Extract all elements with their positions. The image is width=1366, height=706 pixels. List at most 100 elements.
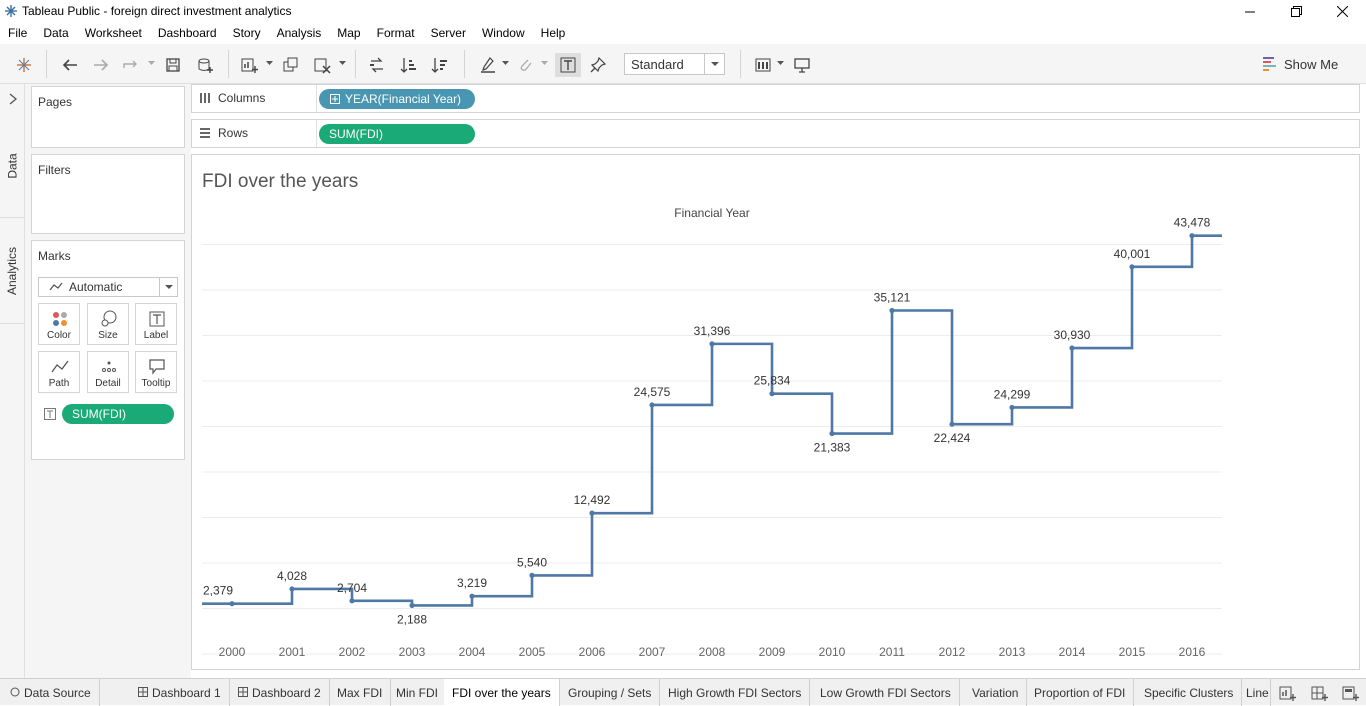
tab-analytics-label: Analytics	[5, 246, 20, 295]
duplicate-sheet-button[interactable]	[280, 54, 302, 76]
color-button[interactable]: Color	[38, 303, 80, 345]
chevron-down-icon	[159, 278, 173, 296]
fix-axes-button[interactable]	[587, 54, 609, 76]
sort-ascending-button[interactable]	[398, 54, 420, 76]
tab-specific-clusters[interactable]: Specific Clusters	[1136, 679, 1243, 706]
menu-window[interactable]: Window	[474, 23, 533, 44]
sort-descending-button[interactable]	[429, 54, 451, 76]
columns-label: Columns	[218, 91, 266, 105]
group-members-button[interactable]	[514, 54, 536, 76]
restore-icon	[1290, 6, 1302, 17]
toolbar-separator	[464, 50, 465, 78]
swap-icon	[370, 57, 383, 73]
menu-map[interactable]: Map	[329, 23, 368, 44]
menu-dashboard[interactable]: Dashboard	[150, 23, 225, 44]
size-button[interactable]: Size	[87, 303, 129, 345]
undo-button[interactable]	[59, 54, 81, 76]
new-story-icon[interactable]	[1341, 684, 1359, 702]
show-me-button[interactable]: Show Me	[1262, 53, 1338, 75]
x-tick-label: 2003	[399, 645, 426, 659]
x-tick-label: 2010	[819, 645, 846, 659]
filters-shelf[interactable]: Filters	[31, 154, 185, 234]
menu-server[interactable]: Server	[423, 23, 474, 44]
tab-analytics[interactable]: Analytics	[0, 218, 25, 324]
tab-min-fdi[interactable]: Min FDI	[388, 679, 447, 706]
pages-header: Pages	[38, 95, 73, 109]
menu-data[interactable]: Data	[35, 23, 76, 44]
tab-low-growth-fdi-sectors[interactable]: Low Growth FDI Sectors	[812, 679, 960, 706]
menu-story[interactable]: Story	[225, 23, 269, 44]
menu-analysis[interactable]: Analysis	[269, 23, 330, 44]
path-icon	[51, 360, 69, 373]
highlight-button[interactable]	[477, 54, 499, 76]
data-point	[349, 598, 355, 604]
rows-sum-fdi-pill[interactable]: SUM(FDI)	[319, 124, 475, 144]
collapse-panel-button[interactable]	[0, 88, 25, 110]
menu-format[interactable]: Format	[369, 23, 423, 44]
sheet-tab-label: Proportion of FDI	[1034, 686, 1126, 700]
new-data-source-button[interactable]	[194, 54, 216, 76]
columns-shelf[interactable]: Columns YEAR(Financial Year)	[191, 84, 1360, 113]
sheet-tab-label: FDI over the years	[452, 686, 551, 700]
presentation-mode-button[interactable]	[791, 54, 813, 76]
restore-button[interactable]	[1273, 0, 1319, 23]
marks-sum-fdi-pill[interactable]: SUM(FDI)	[62, 404, 174, 424]
swap-rows-columns-button[interactable]	[366, 54, 388, 76]
data-point	[1069, 345, 1075, 351]
data-label: 40,001	[1114, 247, 1151, 261]
tab-grouping-sets[interactable]: Grouping / Sets	[560, 679, 661, 706]
sheet-tab-label: Variation	[972, 686, 1019, 700]
sheet-tab-label: Dashboard 1	[152, 686, 221, 700]
clear-sheet-button[interactable]	[311, 54, 333, 76]
sheet-tab-label: Min FDI	[396, 686, 438, 700]
detail-button[interactable]: Detail	[87, 351, 129, 393]
data-point	[829, 430, 835, 437]
show-mark-labels-button[interactable]	[555, 53, 581, 77]
data-point	[949, 421, 955, 427]
fit-dropdown[interactable]: Standard	[624, 53, 725, 75]
tab-line[interactable]: Line	[1238, 679, 1271, 706]
tab-max-fdi[interactable]: Max FDI	[329, 679, 392, 706]
tab-data-source[interactable]: Data Source	[0, 679, 100, 706]
data-label: 24,299	[994, 387, 1031, 401]
chevron-down-icon	[339, 61, 346, 65]
menu-help[interactable]: Help	[533, 23, 574, 44]
close-button[interactable]	[1319, 0, 1365, 23]
tab-dashboard-1[interactable]: Dashboard 1	[130, 679, 230, 706]
path-button[interactable]: Path	[38, 351, 80, 393]
chevron-down-icon	[777, 61, 784, 65]
new-dashboard-icon[interactable]	[1310, 684, 1328, 702]
data-label: 43,478	[1174, 216, 1211, 230]
tooltip-button[interactable]: Tooltip	[135, 351, 177, 393]
tableau-home-button[interactable]	[13, 54, 35, 76]
columns-year-pill[interactable]: YEAR(Financial Year)	[319, 89, 475, 109]
rows-shelf[interactable]: Rows SUM(FDI)	[191, 119, 1360, 148]
menu-file[interactable]: File	[0, 23, 35, 44]
tab-dashboard-2[interactable]: Dashboard 2	[230, 679, 330, 706]
label-button[interactable]: Label	[135, 303, 177, 345]
sheet-tab-label: High Growth FDI Sectors	[668, 686, 802, 700]
x-tick-label: 2013	[999, 645, 1026, 659]
pages-shelf[interactable]: Pages	[31, 86, 185, 148]
data-point	[589, 510, 595, 516]
save-button[interactable]	[162, 54, 184, 76]
path-label: Path	[48, 378, 70, 389]
show-cards-button[interactable]	[752, 54, 774, 76]
x-tick-label: 2015	[1119, 645, 1146, 659]
new-worksheet-icon[interactable]	[1278, 684, 1296, 702]
mark-type-dropdown[interactable]: Automatic	[38, 277, 178, 297]
tab-variation[interactable]: Variation	[964, 679, 1028, 706]
tab-proportion-of-fdi[interactable]: Proportion of FDI	[1026, 679, 1135, 706]
rows-pill-label: SUM(FDI)	[329, 127, 383, 141]
replay-button[interactable]	[120, 54, 142, 76]
tab-data[interactable]: Data	[0, 114, 25, 218]
chevron-right-icon	[9, 93, 17, 105]
menu-worksheet[interactable]: Worksheet	[77, 23, 150, 44]
new-worksheet-button[interactable]	[238, 54, 260, 76]
minimize-button[interactable]	[1227, 0, 1273, 23]
redo-button[interactable]	[90, 54, 112, 76]
tab-high-growth-fdi-sectors[interactable]: High Growth FDI Sectors	[660, 679, 811, 706]
tab-fdi-over-the-years[interactable]: FDI over the years	[444, 679, 560, 706]
replay-icon	[123, 60, 137, 68]
x-tick-label: 2001	[279, 645, 306, 659]
